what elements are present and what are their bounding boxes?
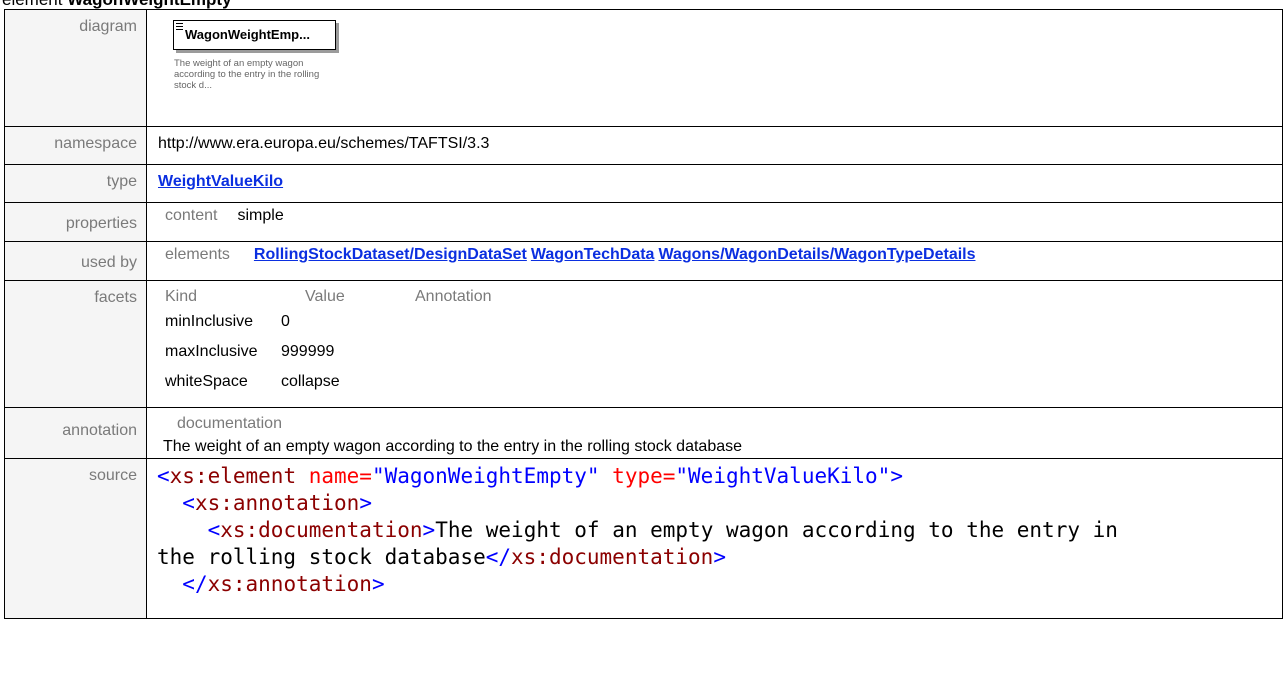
facets-header-value: Value: [305, 288, 345, 305]
annotation-cell: documentation The weight of an empty wag…: [146, 407, 1283, 459]
diagram-cell: WagonWeightEmp... The weight of an empty…: [146, 9, 1283, 127]
used-by-link-wagontypedetails[interactable]: Wagons/WagonDetails/WagonTypeDetails: [658, 246, 975, 263]
facet-row: whiteSpace collapse: [165, 367, 1272, 397]
row-type: type WeightValueKilo: [4, 164, 1283, 203]
label-used-by: used by: [4, 241, 147, 281]
facets-header: Kind Value Annotation: [165, 287, 1272, 307]
annotation-text: The weight of an empty wagon according t…: [163, 438, 743, 455]
row-diagram: diagram WagonWeightEmp... The weight of …: [4, 9, 1283, 127]
property-key: content: [165, 207, 218, 224]
page-title-element-name: WagonWeightEmpty: [67, 0, 231, 9]
row-facets: facets Kind Value Annotation minInclusive 0…: [4, 280, 1283, 408]
label-facets: facets: [4, 280, 147, 408]
element-doc-table: diagram WagonWeightEmp... The weight of …: [4, 9, 1283, 619]
row-used-by: used by elements RollingStockDataset/Desi…: [4, 241, 1283, 281]
diagram-annotation-text: The weight of an empty wagon according t…: [174, 58, 320, 91]
facet-value: 0: [281, 313, 290, 330]
source-cell: <xs:element name="WagonWeightEmpty" type…: [146, 458, 1283, 619]
facets-header-kind: Kind: [165, 288, 198, 305]
label-type: type: [4, 164, 147, 203]
facets-header-annotation: Annotation: [415, 288, 492, 305]
label-properties: properties: [4, 202, 147, 242]
facets-cell: Kind Value Annotation minInclusive 0 maxInc…: [146, 280, 1283, 408]
annotation-header: documentation: [177, 415, 282, 432]
label-annotation: annotation: [4, 407, 147, 459]
facet-kind: minInclusive: [165, 313, 254, 330]
diagram-element-name: WagonWeightEmp...: [185, 27, 310, 42]
property-value: simple: [237, 207, 284, 224]
used-by-kind: elements: [165, 246, 230, 263]
source-code: <xs:element name="WagonWeightEmpty" type…: [157, 464, 1118, 596]
facet-row: minInclusive 0: [165, 307, 1272, 337]
used-by-link-wagontechdata[interactable]: WagonTechData: [531, 246, 655, 263]
row-source: source <xs:element name="WagonWeightEmpt…: [4, 458, 1283, 619]
used-by-cell: elements RollingStockDataset/DesignDataSe…: [146, 241, 1283, 281]
facet-value: collapse: [281, 373, 340, 390]
facet-kind: whiteSpace: [165, 373, 248, 390]
page-title-prefix: element: [2, 0, 62, 9]
element-lines-icon: [176, 23, 183, 32]
facet-row: maxInclusive 999999: [165, 337, 1272, 367]
facets-table: Kind Value Annotation minInclusive 0 maxInc…: [165, 287, 1272, 397]
element-diagram-box[interactable]: WagonWeightEmp...: [173, 20, 336, 50]
facet-value: 999999: [281, 343, 335, 360]
row-properties: properties content simple: [4, 202, 1283, 242]
label-diagram: diagram: [4, 9, 147, 127]
facet-kind: maxInclusive: [165, 343, 258, 360]
namespace-value: http://www.era.europa.eu/schemes/TAFTSI/…: [146, 126, 1283, 165]
type-cell: WeightValueKilo: [146, 164, 1283, 203]
label-namespace: namespace: [4, 126, 147, 165]
properties-cell: content simple: [146, 202, 1283, 242]
label-source: source: [4, 458, 147, 619]
used-by-link-designdataset[interactable]: RollingStockDataset/DesignDataSet: [254, 246, 527, 263]
row-namespace: namespace http://www.era.europa.eu/schem…: [4, 126, 1283, 165]
row-annotation: annotation documentation The weight of a…: [4, 407, 1283, 459]
type-link[interactable]: WeightValueKilo: [158, 173, 283, 190]
